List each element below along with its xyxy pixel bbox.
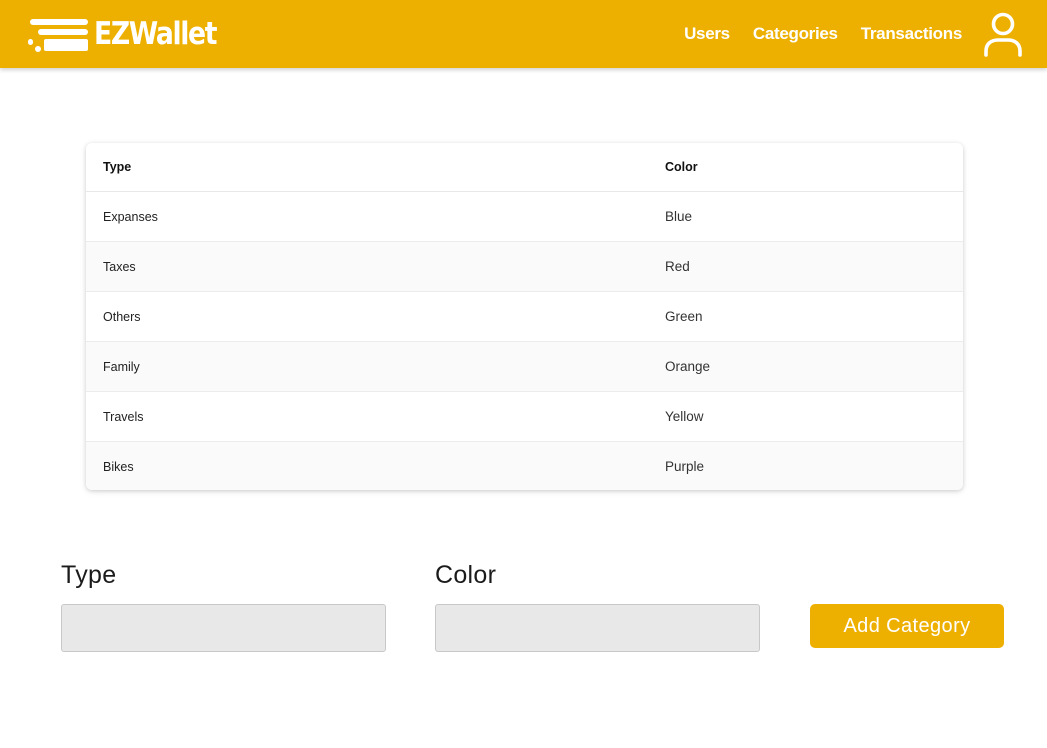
cell-type: Bikes: [86, 441, 648, 490]
logo-text: EZWallet: [94, 16, 217, 52]
type-input[interactable]: [61, 604, 386, 652]
color-input[interactable]: [435, 604, 760, 652]
table-header-row: Type Color: [86, 143, 963, 192]
navbar: EZWallet Users Categories Transactions: [0, 0, 1047, 68]
type-label: Type: [61, 561, 117, 589]
table-row: Bikes Purple: [86, 441, 963, 490]
table-row: Family Orange: [86, 341, 963, 392]
nav-link-transactions[interactable]: Transactions: [861, 24, 963, 44]
user-profile-button[interactable]: [981, 11, 1025, 57]
cell-color: Green: [648, 291, 963, 342]
color-label: Color: [435, 561, 497, 589]
categories-table-card: Type Color Expanses Blue Taxes Red Other…: [86, 143, 963, 490]
cell-color: Blue: [648, 191, 963, 242]
cell-color: Purple: [648, 441, 963, 490]
add-category-button[interactable]: Add Category: [810, 604, 1004, 648]
nav-link-users[interactable]: Users: [684, 24, 730, 44]
cell-type: Expanses: [86, 191, 648, 242]
table-row: Travels Yellow: [86, 391, 963, 442]
cell-type: Others: [86, 291, 648, 342]
cell-type: Family: [86, 341, 648, 392]
cell-color: Red: [648, 241, 963, 292]
user-icon: [984, 12, 1022, 57]
categories-table: Type Color Expanses Blue Taxes Red Other…: [86, 143, 963, 490]
nav-links: Users Categories Transactions: [684, 0, 962, 68]
app-logo[interactable]: EZWallet: [28, 14, 236, 54]
table-row: Taxes Red: [86, 241, 963, 292]
cell-color: Orange: [648, 341, 963, 392]
column-header-type: Type: [86, 143, 648, 192]
cell-type: Taxes: [86, 241, 648, 292]
wallet-logo-icon: [28, 19, 88, 52]
cell-type: Travels: [86, 391, 648, 442]
table-row: Expanses Blue: [86, 191, 963, 242]
table-row: Others Green: [86, 291, 963, 342]
cell-color: Yellow: [648, 391, 963, 442]
nav-link-categories[interactable]: Categories: [753, 24, 838, 44]
column-header-color: Color: [648, 143, 963, 192]
